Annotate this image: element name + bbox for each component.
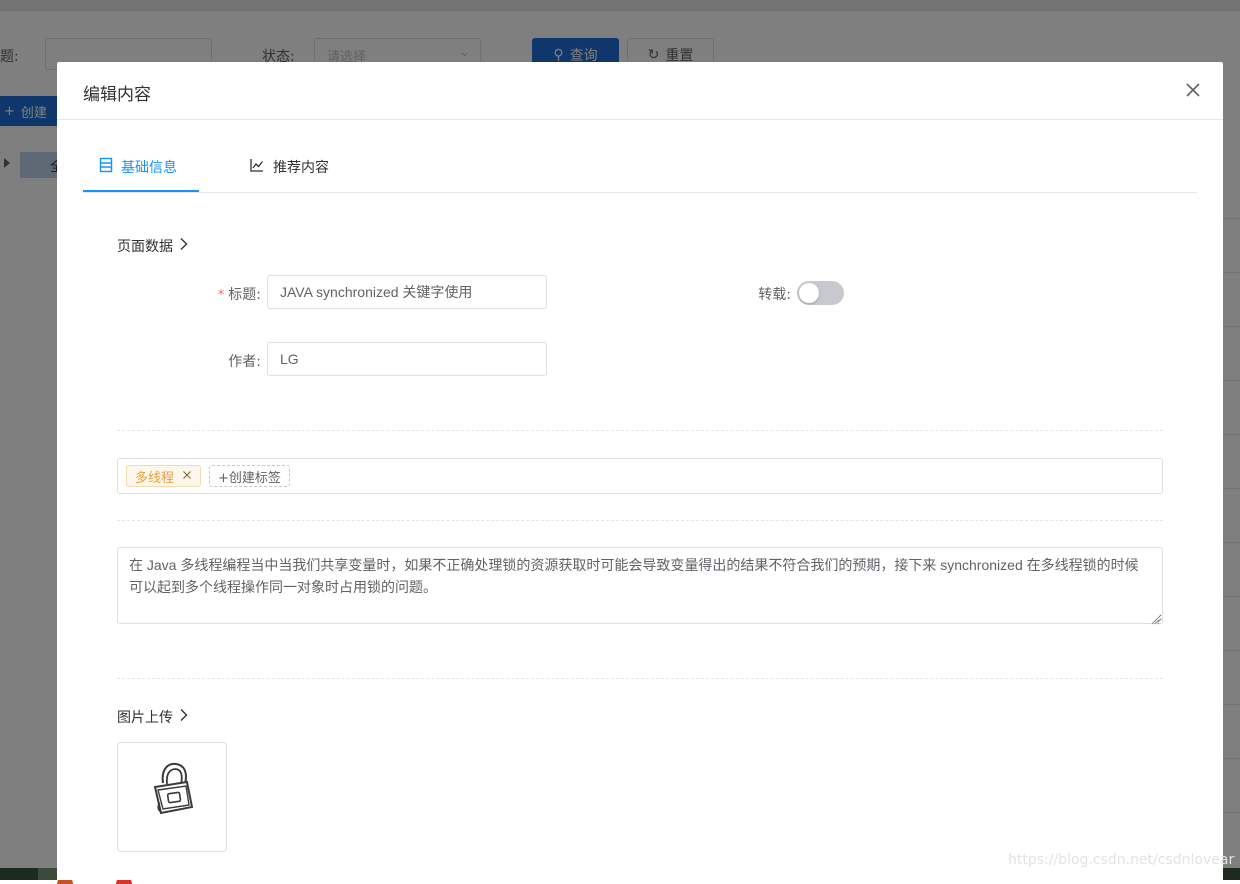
list-icon xyxy=(99,157,113,177)
description-textarea[interactable]: 在 Java 多线程编程当中当我们共享变量时，如果不正确处理锁的资源获取时可能会… xyxy=(117,547,1163,624)
close-icon[interactable] xyxy=(1181,78,1205,102)
tab-bar: 基础信息 推荐内容 xyxy=(83,144,1197,193)
dialog-title: 编辑内容 xyxy=(83,85,151,105)
watermark-text: https://blog.csdn.net/csdnlovear xyxy=(1008,852,1235,868)
repost-toggle[interactable] xyxy=(797,281,844,305)
required-star: * xyxy=(217,288,225,303)
resize-grip-icon[interactable] xyxy=(1150,610,1160,625)
section-divider xyxy=(117,678,1163,679)
chevron-right-icon xyxy=(179,237,189,255)
title-field-label-text: 标题: xyxy=(228,287,261,303)
close-icon[interactable] xyxy=(182,469,192,484)
title-input[interactable] xyxy=(267,275,547,309)
tab-basic-info[interactable]: 基础信息 xyxy=(83,144,199,192)
uploaded-image-thumbnail[interactable] xyxy=(117,742,227,852)
repost-field-label: 转载: xyxy=(758,287,791,303)
tag-item: 多线程 xyxy=(126,465,202,487)
repost-toggle-knob xyxy=(799,283,819,303)
section-divider xyxy=(117,520,1163,521)
create-tag-button[interactable]: +创建标签 xyxy=(209,465,290,487)
page-data-section-label: 页面数据 xyxy=(117,239,173,255)
author-input[interactable] xyxy=(267,342,547,376)
padlock-icon xyxy=(146,757,200,821)
tag-label: 多线程 xyxy=(135,470,175,486)
tab-basic-info-label: 基础信息 xyxy=(121,160,177,176)
tab-recommended[interactable]: 推荐内容 xyxy=(233,144,345,190)
tab-recommended-label: 推荐内容 xyxy=(273,160,329,176)
tag-input-box[interactable]: 多线程 +创建标签 xyxy=(117,458,1163,494)
image-upload-section-label: 图片上传 xyxy=(117,710,173,726)
chevron-right-icon xyxy=(179,708,189,726)
edit-content-dialog: 编辑内容 基础信息 推荐内容 页面数据 *标题: 转载: 作者: xyxy=(57,62,1223,880)
section-divider xyxy=(117,430,1163,431)
title-field-label: * 标题: xyxy=(167,284,261,304)
page-data-section-title[interactable]: 页面数据 xyxy=(117,236,189,256)
image-upload-section-title[interactable]: 图片上传 xyxy=(117,707,189,727)
dialog-header: 编辑内容 xyxy=(57,62,1223,120)
author-field-label: 作者: xyxy=(228,354,261,370)
line-chart-icon xyxy=(249,157,265,177)
